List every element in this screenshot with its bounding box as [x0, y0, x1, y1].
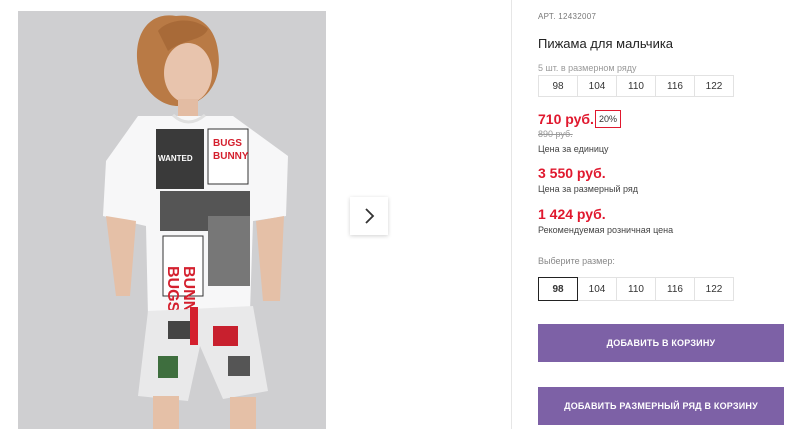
article-number: АРТ. 12432007	[538, 12, 596, 21]
choose-size-label: Выберите размер:	[538, 256, 615, 266]
svg-text:BUNNY: BUNNY	[213, 151, 249, 162]
size-row-label: 5 шт. в размерном ряду	[538, 63, 637, 73]
size-option-98[interactable]: 98	[538, 277, 578, 301]
product-title: Пижама для мальчика	[538, 36, 674, 51]
retail-price-caption: Рекомендуемая розничная цена	[538, 225, 674, 235]
size-row-cell: 110	[616, 75, 656, 97]
article-label: АРТ.	[538, 12, 556, 21]
size-option-116[interactable]: 116	[655, 277, 695, 301]
divider	[511, 0, 512, 429]
row-price: 3 550 руб.	[538, 165, 606, 181]
discount-badge: 20%	[595, 110, 622, 128]
add-size-row-to-cart-button[interactable]: ДОБАВИТЬ РАЗМЕРНЫЙ РЯД В КОРЗИНУ	[538, 387, 784, 425]
size-option-122[interactable]: 122	[694, 277, 734, 301]
size-row-cell: 98	[538, 75, 578, 97]
product-image[interactable]: BUGS BUNNY WANTED BUGS BUNNY	[18, 11, 326, 429]
retail-price: 1 424 руб.	[538, 206, 606, 222]
old-price: 890 руб.	[538, 129, 573, 139]
product-photo-illustration: BUGS BUNNY WANTED BUGS BUNNY	[103, 15, 288, 429]
svg-text:BUGS: BUGS	[213, 138, 242, 149]
unit-price-caption: Цена за единицу	[538, 144, 609, 154]
size-row-cell: 122	[694, 75, 734, 97]
chevron-right-icon	[365, 208, 375, 224]
article-value: 12432007	[558, 12, 597, 21]
size-selector: 98 104 110 116 122	[538, 277, 734, 301]
svg-text:BUGS: BUGS	[164, 266, 181, 313]
row-price-caption: Цена за размерный ряд	[538, 184, 639, 194]
size-option-110[interactable]: 110	[616, 277, 656, 301]
size-row-cell: 104	[577, 75, 617, 97]
size-row-cell: 116	[655, 75, 695, 97]
unit-price: 710 руб.	[538, 111, 594, 127]
add-to-cart-button[interactable]: ДОБАВИТЬ В КОРЗИНУ	[538, 324, 784, 362]
svg-text:WANTED: WANTED	[158, 154, 193, 163]
size-option-104[interactable]: 104	[577, 277, 617, 301]
next-image-button[interactable]	[350, 197, 388, 235]
size-row-list: 98 104 110 116 122	[538, 75, 734, 97]
